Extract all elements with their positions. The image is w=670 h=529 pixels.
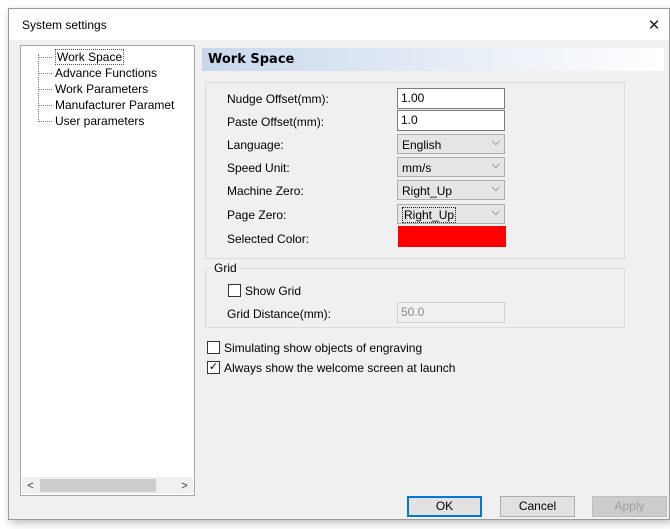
section-header: Work Space [202, 48, 664, 71]
language-select[interactable]: English ⌵ [397, 134, 505, 154]
chevron-down-icon: ⌵ [491, 206, 500, 218]
horizontal-scrollbar[interactable]: < > [22, 477, 193, 494]
scroll-thumb[interactable] [40, 479, 156, 492]
tree-item-manufacturer-parameters[interactable]: Manufacturer Paramet [21, 97, 174, 113]
chevron-down-icon: ⌵ [491, 159, 500, 171]
close-icon[interactable]: ✕ [639, 9, 669, 40]
welcome-screen-label: Always show the welcome screen at launch [224, 361, 456, 375]
tree-item-label: Advance Functions [55, 66, 158, 80]
speed-unit-select[interactable]: mm/s ⌵ [397, 157, 505, 177]
tree-dots [38, 57, 52, 59]
window-title: System settings [22, 18, 107, 32]
checkmark-icon: ✓ [208, 361, 219, 373]
tree-dots [38, 105, 52, 107]
cancel-button[interactable]: Cancel [500, 496, 575, 517]
tree-dots [38, 73, 52, 75]
ok-button[interactable]: OK [407, 496, 482, 517]
tree-item-user-parameters[interactable]: User parameters [21, 113, 144, 129]
page-zero-select[interactable]: Right_Up ⌵ [397, 204, 505, 224]
apply-button[interactable]: Apply [592, 496, 667, 517]
language-value: English [402, 138, 442, 152]
nudge-offset-label: Nudge Offset(mm): [227, 92, 329, 106]
page-zero-value: Right_Up [402, 207, 457, 223]
paste-offset-label: Paste Offset(mm): [227, 115, 325, 129]
show-grid-checkbox[interactable] [228, 284, 241, 297]
title-bar: System settings ✕ [9, 9, 669, 40]
machine-zero-value: Right_Up [402, 184, 453, 198]
chevron-down-icon: ⌵ [491, 182, 500, 194]
settings-tree: Work Space Advance Functions Work Parame… [20, 45, 195, 496]
grid-distance-label: Grid Distance(mm): [227, 307, 332, 321]
scroll-left-icon[interactable]: < [22, 477, 39, 494]
tree-item-work-parameters[interactable]: Work Parameters [21, 81, 148, 97]
page-zero-label: Page Zero: [227, 208, 287, 222]
tree-item-work-space[interactable]: Work Space [21, 49, 125, 65]
language-label: Language: [227, 138, 284, 152]
tree-item-label: Work Parameters [55, 82, 149, 96]
grid-legend: Grid [211, 261, 240, 275]
tree-dots [38, 89, 52, 91]
simulating-label: Simulating show objects of engraving [224, 341, 423, 355]
tree-item-advance-functions[interactable]: Advance Functions [21, 65, 157, 81]
system-settings-dialog: System settings ✕ Work Space Advance Fun… [8, 8, 670, 520]
tree-item-label: User parameters [55, 114, 145, 128]
tree-item-label: Manufacturer Paramet [55, 98, 175, 112]
tree-item-label: Work Space [55, 49, 125, 65]
chevron-down-icon: ⌵ [491, 136, 500, 148]
simulating-checkbox[interactable] [207, 341, 220, 354]
scroll-right-icon[interactable]: > [176, 477, 193, 494]
machine-zero-label: Machine Zero: [227, 184, 304, 198]
welcome-screen-checkbox[interactable]: ✓ [207, 361, 220, 374]
selected-color-swatch[interactable] [398, 226, 506, 247]
grid-distance-input[interactable]: 50.0 [397, 302, 505, 323]
section-title: Work Space [208, 52, 295, 67]
speed-unit-value: mm/s [402, 161, 432, 175]
speed-unit-label: Speed Unit: [227, 161, 290, 175]
machine-zero-select[interactable]: Right_Up ⌵ [397, 180, 505, 200]
tree-dots [38, 121, 52, 123]
show-grid-label: Show Grid [245, 284, 302, 298]
nudge-offset-input[interactable]: 1.00 [397, 88, 505, 109]
selected-color-label: Selected Color: [227, 232, 310, 246]
paste-offset-input[interactable]: 1.0 [397, 110, 505, 131]
